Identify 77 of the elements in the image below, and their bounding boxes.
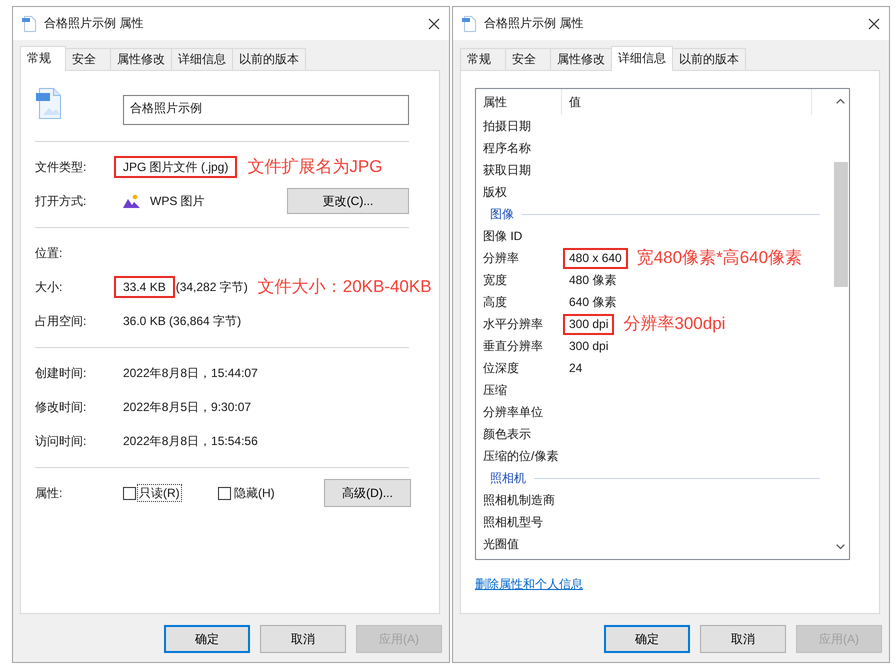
tab[interactable]: 详细信息: [611, 46, 673, 71]
annotation-note: 文件扩展名为JPG: [247, 157, 382, 177]
property-label: 位置:: [35, 244, 64, 262]
property-label: 创建时间:: [35, 364, 88, 382]
property-name: 拍摄日期: [483, 118, 532, 134]
property-name: 垂直分辨率: [483, 338, 544, 354]
checkbox-label[interactable]: 隐藏(H): [233, 485, 276, 501]
window-title: 合格照片示例 属性: [44, 15, 144, 32]
file-name-field[interactable]: 合格照片示例: [123, 95, 409, 125]
property-name: 光圈值: [483, 536, 520, 552]
property-label: 大小:: [35, 278, 64, 296]
scroll-up-icon[interactable]: [836, 98, 845, 104]
property-label: 占用空间:: [35, 312, 88, 330]
tab[interactable]: 以前的版本: [672, 48, 746, 70]
group-heading[interactable]: 照相机: [490, 470, 526, 486]
advanced-button[interactable]: 高级(D)...: [324, 479, 411, 507]
dialog-button[interactable]: 确定: [604, 625, 690, 653]
checkbox-label[interactable]: 只读(R): [138, 485, 181, 501]
property-label: 属性:: [35, 484, 64, 502]
remove-properties-link[interactable]: 删除属性和个人信息: [475, 576, 583, 592]
property-name: 获取日期: [483, 162, 532, 178]
property-name: 照相机型号: [483, 514, 544, 530]
tab[interactable]: 常规: [20, 46, 66, 71]
app-name: WPS 图片: [150, 193, 205, 210]
property-label: 修改时间:: [35, 398, 88, 416]
group-heading[interactable]: 图像: [490, 206, 514, 222]
property-name: 宽度: [483, 272, 508, 288]
property-value: 2022年8月8日，15:54:56: [123, 433, 258, 450]
checkbox[interactable]: [218, 486, 231, 500]
change-button[interactable]: 更改(C)...: [287, 188, 409, 214]
property-value: 480 x 640: [563, 248, 628, 268]
property-value: 2022年8月5日，9:30:07: [123, 399, 252, 416]
byte-count: (34,282 字节): [176, 278, 248, 296]
property-name: 压缩的位/像素: [483, 448, 560, 464]
property-value: 24: [569, 360, 582, 376]
tab[interactable]: 以前的版本: [232, 48, 306, 70]
file-icon: [22, 16, 36, 32]
mountain-picture-icon: [123, 194, 140, 208]
property-name: 分辨率: [483, 250, 520, 266]
property-name: 水平分辨率: [483, 316, 544, 332]
column-header[interactable]: 值: [562, 89, 812, 115]
property-value: 300 dpi: [563, 314, 614, 334]
annotation-note: 宽480像素*高640像素: [636, 248, 802, 268]
property-name: 分辨率单位: [483, 404, 544, 420]
dialog-button[interactable]: 取消: [700, 625, 786, 653]
property-label: 打开方式:: [35, 192, 88, 210]
property-name: 照相机制造商: [483, 492, 556, 508]
dialog-button[interactable]: 取消: [260, 625, 346, 653]
property-value: 300 dpi: [569, 338, 608, 354]
annotation-note: 分辨率300dpi: [623, 314, 726, 334]
column-header[interactable]: 属性: [476, 89, 562, 115]
file-icon: [462, 16, 476, 32]
property-value: 480 像素: [569, 272, 616, 288]
property-value: 33.4 KB: [114, 276, 175, 298]
close-icon[interactable]: [428, 18, 440, 30]
scroll-down-icon[interactable]: [836, 544, 845, 550]
annotation-note: 文件大小：20KB-40KB: [258, 277, 432, 297]
property-name: 程序名称: [483, 140, 532, 156]
property-label: 文件类型:: [35, 158, 88, 176]
property-value: 2022年8月8日，15:44:07: [123, 365, 258, 382]
window-title: 合格照片示例 属性: [484, 15, 584, 32]
property-name: 压缩: [483, 382, 508, 398]
image-file-icon: [35, 88, 63, 119]
property-name: 位深度: [483, 360, 520, 376]
property-name: 版权: [483, 184, 508, 200]
tab[interactable]: 常规: [460, 48, 506, 70]
property-name: 图像 ID: [483, 228, 524, 244]
close-icon[interactable]: [868, 18, 880, 30]
property-value: 640 像素: [569, 294, 616, 310]
property-name: 高度: [483, 294, 508, 310]
property-value: JPG 图片文件 (.jpg): [114, 156, 238, 178]
property-name: 颜色表示: [483, 426, 532, 442]
property-value: 36.0 KB (36,864 字节): [123, 313, 242, 330]
scrollbar-thumb[interactable]: [834, 162, 848, 287]
checkbox[interactable]: [123, 486, 136, 500]
property-label: 访问时间:: [35, 432, 88, 450]
dialog-button[interactable]: 确定: [164, 625, 250, 653]
